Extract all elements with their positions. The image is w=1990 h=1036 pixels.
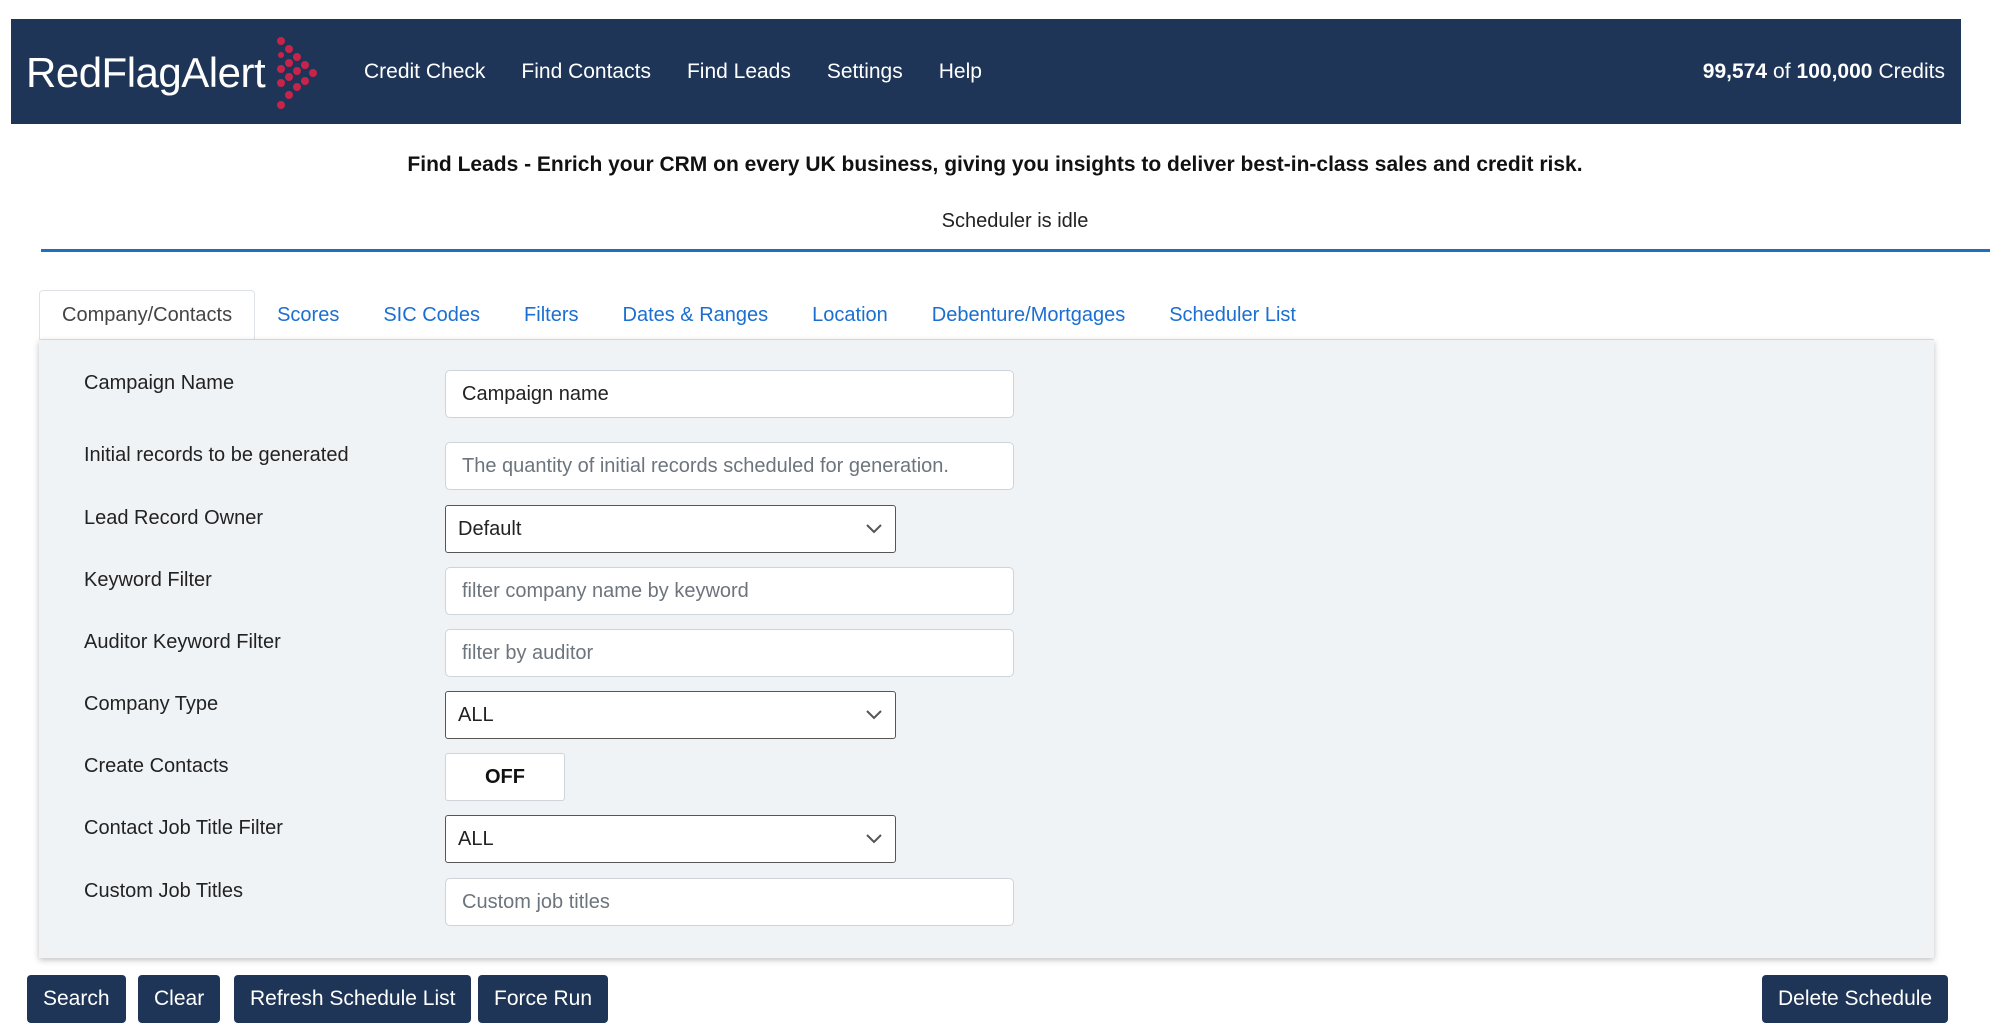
- tab-scores[interactable]: Scores: [255, 290, 361, 340]
- initial-records-label: Initial records to be generated: [84, 444, 349, 466]
- credits-used: 99,574: [1702, 59, 1768, 83]
- main-nav: Credit Check Find Contacts Find Leads Se…: [364, 19, 1018, 124]
- campaign-name-label: Campaign Name: [84, 372, 235, 394]
- refresh-schedule-list-button[interactable]: Refresh Schedule List: [234, 975, 472, 1023]
- top-navbar: RedFlagAlert Credit Check Find Contacts …: [11, 19, 1961, 124]
- lead-record-owner-value: Default: [458, 517, 522, 540]
- keyword-filter-input[interactable]: filter company name by keyword: [445, 567, 1014, 615]
- tab-filters[interactable]: Filters: [502, 290, 600, 340]
- tab-sic-codes[interactable]: SIC Codes: [361, 290, 502, 340]
- company-type-value: ALL: [458, 703, 494, 726]
- company-type-select[interactable]: ALL: [445, 691, 896, 739]
- chevron-down-icon: [866, 834, 882, 844]
- lead-record-owner-select[interactable]: Default: [445, 505, 896, 553]
- lead-record-owner-label: Lead Record Owner: [84, 507, 263, 529]
- nav-help[interactable]: Help: [939, 60, 982, 84]
- tab-dates-ranges[interactable]: Dates & Ranges: [601, 290, 791, 340]
- search-button[interactable]: Search: [27, 975, 126, 1023]
- keyword-filter-placeholder: filter company name by keyword: [462, 579, 749, 602]
- logo[interactable]: RedFlagAlert: [26, 33, 323, 113]
- initial-records-placeholder: The quantity of initial records schedule…: [462, 454, 949, 477]
- nav-find-contacts[interactable]: Find Contacts: [521, 60, 651, 84]
- credits-total: 100,000: [1796, 59, 1873, 83]
- custom-job-titles-input[interactable]: Custom job titles: [445, 878, 1014, 926]
- chevron-down-icon: [866, 710, 882, 720]
- chevron-down-icon: [866, 524, 882, 534]
- tab-location[interactable]: Location: [790, 290, 910, 340]
- divider: [41, 249, 1990, 252]
- custom-job-titles-label: Custom Job Titles: [84, 880, 243, 902]
- contact-job-title-filter-label: Contact Job Title Filter: [84, 817, 283, 839]
- create-contacts-toggle[interactable]: OFF: [445, 753, 565, 801]
- nav-credit-check[interactable]: Credit Check: [364, 60, 485, 84]
- credits-counter: 99,574 of 100,000 Credits: [1703, 19, 1945, 124]
- campaign-name-input[interactable]: Campaign name: [445, 370, 1014, 418]
- delete-schedule-button[interactable]: Delete Schedule: [1762, 975, 1949, 1023]
- tab-scheduler-list[interactable]: Scheduler List: [1147, 290, 1318, 340]
- tab-company-contacts[interactable]: Company/Contacts: [39, 290, 256, 340]
- contact-job-title-filter-select[interactable]: ALL: [445, 815, 896, 863]
- credits-of: of: [1773, 59, 1791, 83]
- page-headline: Find Leads - Enrich your CRM on every UK…: [407, 153, 1583, 176]
- custom-job-titles-placeholder: Custom job titles: [462, 890, 610, 913]
- logo-text: RedFlagAlert: [26, 49, 266, 96]
- credits-unit: Credits: [1878, 59, 1945, 83]
- tab-debenture-mortgages[interactable]: Debenture/Mortgages: [910, 290, 1147, 340]
- force-run-button[interactable]: Force Run: [478, 975, 609, 1023]
- logo-mark-icon: [277, 37, 318, 109]
- clear-button[interactable]: Clear: [138, 975, 221, 1023]
- company-type-label: Company Type: [84, 693, 219, 715]
- campaign-name-value: Campaign name: [462, 382, 609, 405]
- auditor-keyword-filter-label: Auditor Keyword Filter: [84, 631, 281, 653]
- nav-find-leads[interactable]: Find Leads: [687, 60, 791, 84]
- contact-job-title-filter-value: ALL: [458, 827, 494, 850]
- auditor-keyword-filter-placeholder: filter by auditor: [462, 641, 594, 664]
- create-contacts-label: Create Contacts: [84, 755, 229, 777]
- company-contacts-panel: Campaign Name Campaign name Initial reco…: [39, 340, 1934, 958]
- auditor-keyword-filter-input[interactable]: filter by auditor: [445, 629, 1014, 677]
- initial-records-input[interactable]: The quantity of initial records schedule…: [445, 442, 1014, 490]
- keyword-filter-label: Keyword Filter: [84, 569, 212, 591]
- nav-settings[interactable]: Settings: [827, 60, 903, 84]
- tab-bar: Company/Contacts Scores SIC Codes Filter…: [39, 290, 1318, 340]
- scheduler-status: Scheduler is idle: [941, 210, 1089, 232]
